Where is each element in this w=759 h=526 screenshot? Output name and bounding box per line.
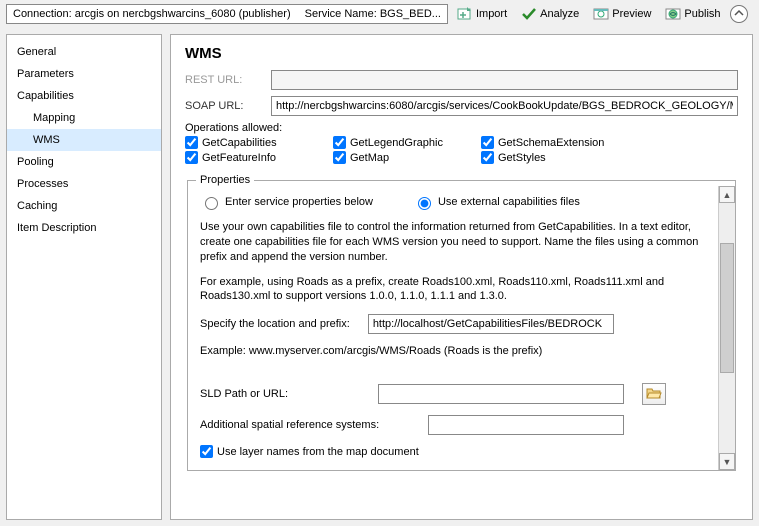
- op-getmap-checkbox[interactable]: GetMap: [333, 151, 473, 164]
- location-prefix-input[interactable]: [368, 314, 614, 334]
- sidebar-item-processes[interactable]: Processes: [7, 173, 161, 195]
- additional-srs-label: Additional spatial reference systems:: [200, 419, 410, 431]
- folder-open-icon: [646, 386, 662, 403]
- sidebar-item-item-description[interactable]: Item Description: [7, 217, 161, 239]
- location-prefix-label: Specify the location and prefix:: [200, 318, 350, 330]
- sidebar-item-pooling[interactable]: Pooling: [7, 151, 161, 173]
- category-sidebar: General Parameters Capabilities Mapping …: [6, 34, 162, 520]
- properties-scrollbar[interactable]: ▲ ▼: [718, 186, 735, 470]
- sld-path-input[interactable]: [378, 384, 624, 404]
- radio-enter-properties[interactable]: Enter service properties below: [200, 194, 373, 210]
- soap-url-label: SOAP URL:: [185, 100, 261, 112]
- collapse-toggle-button[interactable]: [730, 5, 748, 23]
- connection-info-box: Connection: arcgis on nercbgshwarcins_60…: [6, 4, 448, 24]
- check-icon: [521, 6, 537, 22]
- top-toolbar: Connection: arcgis on nercbgshwarcins_60…: [0, 0, 759, 28]
- soap-url-input[interactable]: [271, 96, 738, 116]
- properties-fieldset: Properties Enter service properties belo…: [187, 174, 736, 471]
- operations-allowed-label: Operations allowed:: [185, 122, 738, 134]
- properties-legend: Properties: [196, 174, 254, 186]
- example-text: Example: www.myserver.com/arcgis/WMS/Roa…: [200, 344, 706, 359]
- sld-browse-button[interactable]: [642, 383, 666, 405]
- chevron-up-icon: [734, 8, 744, 21]
- scroll-up-arrow[interactable]: ▲: [719, 186, 735, 203]
- publish-icon: [665, 6, 681, 22]
- capabilities-description-1: Use your own capabilities file to contro…: [200, 220, 706, 265]
- import-button[interactable]: Import: [452, 4, 512, 24]
- op-getcapabilities-checkbox[interactable]: GetCapabilities: [185, 136, 325, 149]
- sidebar-item-wms[interactable]: WMS: [7, 129, 161, 151]
- scroll-down-arrow[interactable]: ▼: [719, 453, 735, 470]
- preview-icon: [593, 6, 609, 22]
- additional-srs-input[interactable]: [428, 415, 624, 435]
- sld-path-label: SLD Path or URL:: [200, 388, 360, 400]
- publish-button[interactable]: Publish: [660, 4, 725, 24]
- sidebar-item-caching[interactable]: Caching: [7, 195, 161, 217]
- sidebar-item-mapping[interactable]: Mapping: [7, 107, 161, 129]
- page-title: WMS: [185, 45, 738, 62]
- capabilities-description-2: For example, using Roads as a prefix, cr…: [200, 275, 706, 305]
- sidebar-item-general[interactable]: General: [7, 41, 161, 63]
- op-getstyles-checkbox[interactable]: GetStyles: [481, 151, 641, 164]
- op-getlegendgraphic-checkbox[interactable]: GetLegendGraphic: [333, 136, 473, 149]
- op-getschemaextension-checkbox[interactable]: GetSchemaExtension: [481, 136, 641, 149]
- sidebar-item-parameters[interactable]: Parameters: [7, 63, 161, 85]
- radio-external-capabilities[interactable]: Use external capabilities files: [413, 194, 580, 210]
- analyze-button[interactable]: Analyze: [516, 4, 584, 24]
- preview-button[interactable]: Preview: [588, 4, 656, 24]
- rest-url-input: [271, 70, 738, 90]
- rest-url-label: REST URL:: [185, 74, 261, 86]
- content-panel: WMS REST URL: SOAP URL: Operations allow…: [170, 34, 753, 520]
- sidebar-item-capabilities[interactable]: Capabilities: [7, 85, 161, 107]
- scroll-thumb[interactable]: [720, 243, 734, 373]
- import-icon: [457, 6, 473, 22]
- op-getfeatureinfo-checkbox[interactable]: GetFeatureInfo: [185, 151, 325, 164]
- service-name-text: Service Name: BGS_BED...: [305, 8, 441, 20]
- connection-text: Connection: arcgis on nercbgshwarcins_60…: [13, 8, 291, 20]
- use-layer-names-checkbox[interactable]: Use layer names from the map document: [200, 445, 706, 458]
